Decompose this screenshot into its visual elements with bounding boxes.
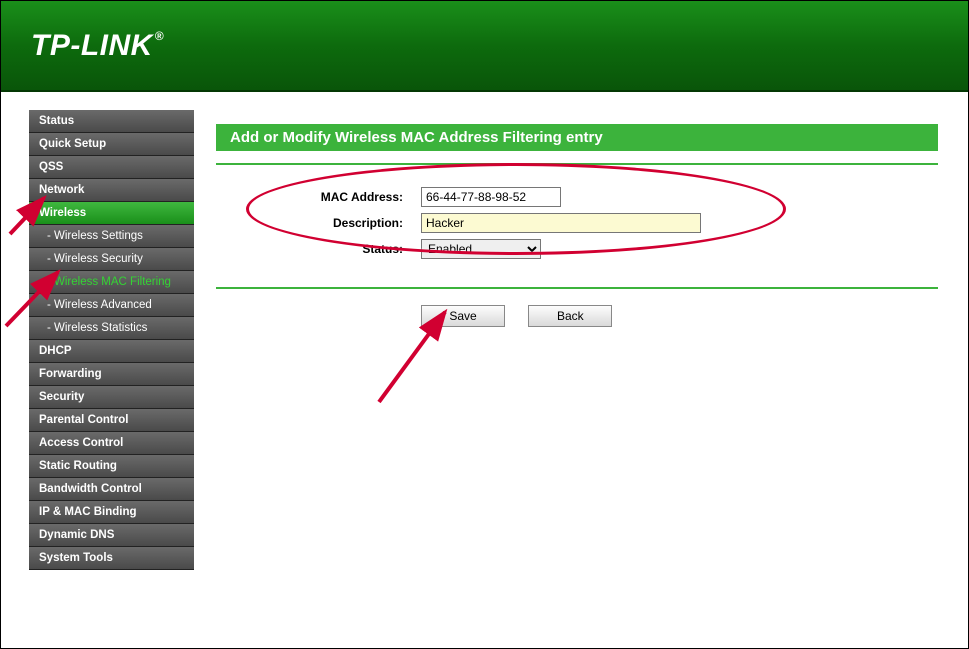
sidebar-item-parental-control[interactable]: Parental Control bbox=[29, 409, 194, 432]
sidebar-item-bandwidth-control[interactable]: Bandwidth Control bbox=[29, 478, 194, 501]
sidebar-item-wireless-settings[interactable]: - Wireless Settings bbox=[29, 225, 194, 248]
sidebar-item-wireless-security[interactable]: - Wireless Security bbox=[29, 248, 194, 271]
sidebar-item-quick-setup[interactable]: Quick Setup bbox=[29, 133, 194, 156]
label-mac: MAC Address: bbox=[216, 190, 421, 204]
brand-logo: TP-LINK® bbox=[31, 29, 164, 63]
row-status: Status: EnabledDisabled bbox=[216, 239, 938, 259]
label-status: Status: bbox=[216, 242, 421, 256]
sidebar-item-static-routing[interactable]: Static Routing bbox=[29, 455, 194, 478]
status-select[interactable]: EnabledDisabled bbox=[421, 239, 541, 259]
label-description: Description: bbox=[216, 216, 421, 230]
sidebar-item-dhcp[interactable]: DHCP bbox=[29, 340, 194, 363]
sidebar-item-wireless-advanced[interactable]: - Wireless Advanced bbox=[29, 294, 194, 317]
button-row: Save Back bbox=[216, 305, 938, 327]
sidebar-item-security[interactable]: Security bbox=[29, 386, 194, 409]
sidebar-item-access-control[interactable]: Access Control bbox=[29, 432, 194, 455]
row-mac: MAC Address: bbox=[216, 187, 938, 207]
sidebar-item-wireless-mac-filtering[interactable]: - Wireless MAC Filtering bbox=[29, 271, 194, 294]
sidebar: StatusQuick SetupQSSNetworkWireless- Wir… bbox=[1, 92, 194, 646]
save-button[interactable]: Save bbox=[421, 305, 505, 327]
sidebar-item-dynamic-dns[interactable]: Dynamic DNS bbox=[29, 524, 194, 547]
divider-bottom bbox=[216, 287, 938, 289]
sidebar-item-network[interactable]: Network bbox=[29, 179, 194, 202]
sidebar-item-wireless[interactable]: Wireless bbox=[29, 202, 194, 225]
sidebar-item-system-tools[interactable]: System Tools bbox=[29, 547, 194, 570]
row-description: Description: bbox=[216, 213, 938, 233]
sidebar-item-ip-mac-binding[interactable]: IP & MAC Binding bbox=[29, 501, 194, 524]
sidebar-item-wireless-statistics[interactable]: - Wireless Statistics bbox=[29, 317, 194, 340]
form-block: MAC Address: Description: Status: Enable… bbox=[216, 181, 938, 275]
nav-menu: StatusQuick SetupQSSNetworkWireless- Wir… bbox=[29, 110, 194, 570]
main-content: Add or Modify Wireless MAC Address Filte… bbox=[194, 92, 968, 646]
sidebar-item-status[interactable]: Status bbox=[29, 110, 194, 133]
header-bar: TP-LINK® bbox=[1, 1, 968, 92]
sidebar-item-forwarding[interactable]: Forwarding bbox=[29, 363, 194, 386]
divider-top bbox=[216, 163, 938, 165]
brand-text: TP-LINK bbox=[31, 29, 153, 62]
registered-mark: ® bbox=[155, 29, 164, 43]
page-title: Add or Modify Wireless MAC Address Filte… bbox=[216, 124, 938, 151]
description-input[interactable] bbox=[421, 213, 701, 233]
back-button[interactable]: Back bbox=[528, 305, 612, 327]
mac-address-input[interactable] bbox=[421, 187, 561, 207]
sidebar-item-qss[interactable]: QSS bbox=[29, 156, 194, 179]
